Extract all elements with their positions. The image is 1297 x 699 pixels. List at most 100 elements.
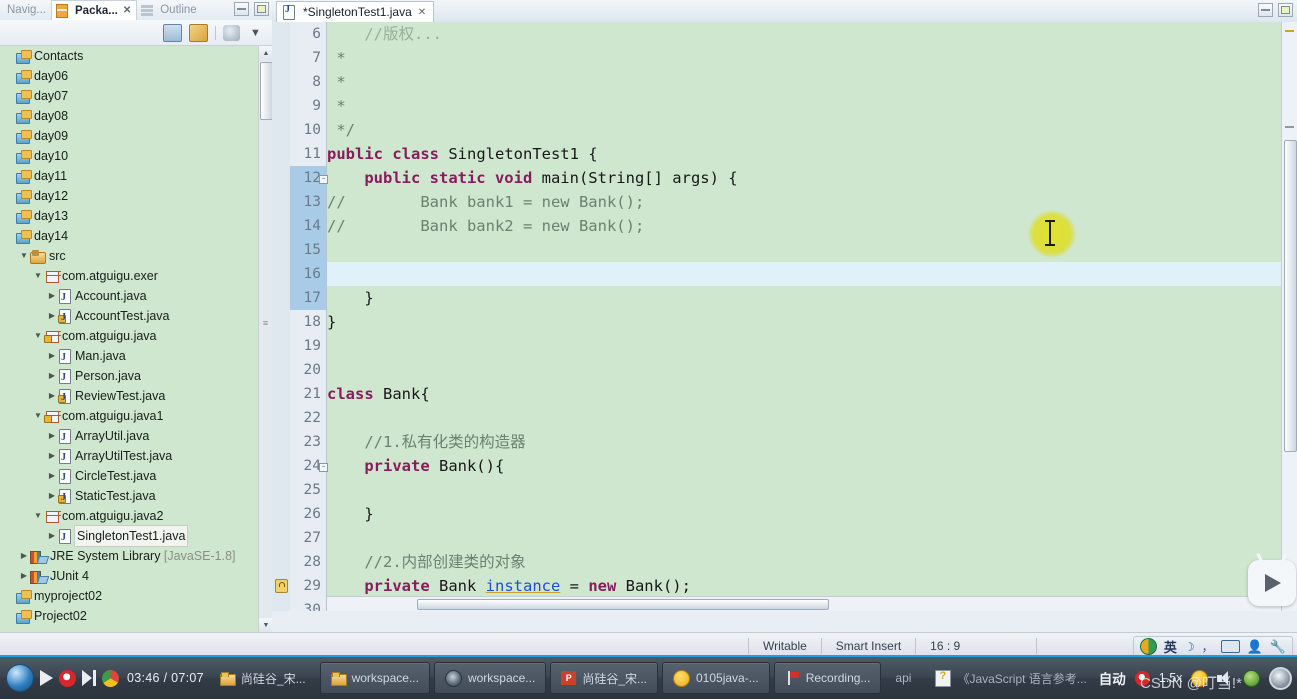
- punctuation-icon[interactable]: ，: [1202, 638, 1214, 655]
- tree-item-contacts[interactable]: Contacts: [0, 46, 258, 66]
- code-line[interactable]: *: [327, 94, 1297, 118]
- taskbar-button[interactable]: 尚硅谷_宋...: [210, 663, 316, 693]
- expand-arrow-icon[interactable]: ▼: [18, 246, 30, 266]
- tab-singletontest1-java[interactable]: *SingletonTest1.java ✕: [276, 1, 435, 22]
- editor-vertical-scrollbar[interactable]: [1281, 22, 1297, 611]
- gutter-marker-row[interactable]: [272, 70, 290, 94]
- code-line[interactable]: public static void main(String[] args) {: [327, 166, 1297, 190]
- settings-gear-icon[interactable]: [1269, 666, 1293, 690]
- gutter-marker-row[interactable]: [272, 94, 290, 118]
- code-line[interactable]: [327, 334, 1297, 358]
- expand-arrow-icon[interactable]: ▼: [32, 326, 44, 346]
- gutter-marker-row[interactable]: [272, 46, 290, 70]
- tree-item-day08[interactable]: day08: [0, 106, 258, 126]
- code-line[interactable]: [327, 238, 1297, 262]
- code-line[interactable]: [327, 406, 1297, 430]
- code-line[interactable]: //版权...: [327, 22, 1297, 46]
- collapse-arrow-icon[interactable]: ▶: [46, 306, 58, 326]
- code-text[interactable]: //版权... * * * */ public class SingletonTe…: [327, 22, 1297, 611]
- auto-quality-label[interactable]: 自动: [1099, 668, 1126, 688]
- start-button[interactable]: [6, 664, 34, 692]
- gutter-marker-row[interactable]: [272, 502, 290, 526]
- taskbar-button[interactable]: 0105java-...: [662, 662, 770, 694]
- gutter-marker-row[interactable]: [272, 574, 290, 598]
- gutter-marker-row[interactable]: [272, 430, 290, 454]
- sogou-ime-bar[interactable]: 英 ☽ ， 👤 🔧: [1132, 636, 1293, 657]
- tree-item-day12[interactable]: day12: [0, 186, 258, 206]
- project-tree[interactable]: Contacts day06 day07 day08 day09 day10 day11 da…: [0, 46, 258, 632]
- tree-item-reviewtest-java[interactable]: ▶ ReviewTest.java: [0, 386, 258, 408]
- expand-arrow-icon[interactable]: ▼: [32, 506, 44, 526]
- code-line[interactable]: [327, 526, 1297, 550]
- taskbar-button[interactable]: workspace...: [319, 662, 430, 694]
- tree-item-jre-system-library[interactable]: ▶ JRE System Library [JavaSE-1.8]: [0, 546, 258, 566]
- gutter-marker-row[interactable]: [272, 118, 290, 142]
- user-icon[interactable]: 👤: [1247, 639, 1263, 655]
- gutter-marker-row[interactable]: [272, 598, 290, 611]
- tab-navigator[interactable]: Navig...: [0, 0, 51, 20]
- code-line[interactable]: private Bank(){: [327, 454, 1297, 478]
- taskbar-button[interactable]: workspace...: [433, 662, 547, 694]
- code-line[interactable]: [327, 262, 1297, 286]
- tree-item-singletontest1-java[interactable]: ▶ SingletonTest1.java: [0, 525, 258, 548]
- toolbox-icon[interactable]: 🔧: [1270, 639, 1286, 655]
- tree-item-day06[interactable]: day06: [0, 66, 258, 86]
- collapse-arrow-icon[interactable]: ▶: [46, 386, 58, 406]
- gutter-marker-row[interactable]: [272, 214, 290, 238]
- gutter-marker-row[interactable]: [272, 310, 290, 334]
- moon-icon[interactable]: ☽: [1184, 640, 1195, 654]
- code-editor[interactable]: 6 7 8 9 10 11 12−13 14 15 16 17 18 19 20 21 22 23 24− 25 26…: [272, 22, 1297, 611]
- keyboard-icon[interactable]: [1220, 640, 1240, 653]
- editor-horizontal-scrollbar[interactable]: [327, 596, 1281, 611]
- gutter-marker-row[interactable]: [272, 406, 290, 430]
- code-line[interactable]: public class SingletonTest1 {: [327, 142, 1297, 166]
- marker-tick[interactable]: [1285, 30, 1294, 32]
- collapse-arrow-icon[interactable]: ▶: [46, 486, 58, 506]
- tree-item-day11[interactable]: day11: [0, 166, 258, 186]
- tree-item-myproject02[interactable]: myproject02: [0, 586, 258, 606]
- tree-item-com-atguigu-exer[interactable]: ▼ com.atguigu.exer: [0, 266, 258, 286]
- collapse-arrow-icon[interactable]: ▶: [46, 466, 58, 486]
- gutter-marker-row[interactable]: [272, 334, 290, 358]
- tree-item-day07[interactable]: day07: [0, 86, 258, 106]
- collapse-arrow-icon[interactable]: ▶: [18, 566, 30, 586]
- code-line[interactable]: }: [327, 310, 1297, 334]
- code-line[interactable]: *: [327, 46, 1297, 70]
- collapse-arrow-icon[interactable]: ▶: [46, 346, 58, 366]
- close-icon[interactable]: ✕: [418, 7, 426, 18]
- tree-item-com-atguigu-java1[interactable]: ▼ com.atguigu.java1: [0, 406, 258, 426]
- gutter-marker-row[interactable]: [272, 190, 290, 214]
- tree-item-day14[interactable]: day14: [0, 226, 258, 246]
- tree-item-junit-4[interactable]: ▶ JUnit 4: [0, 566, 258, 586]
- tab-outline[interactable]: Outline: [137, 0, 201, 20]
- collapse-arrow-icon[interactable]: ▶: [46, 526, 58, 546]
- gutter-marker-row[interactable]: [272, 166, 290, 190]
- code-line[interactable]: //1.私有化类的构造器: [327, 430, 1297, 454]
- tree-item-man-java[interactable]: ▶ Man.java: [0, 346, 258, 368]
- tree-item-project02[interactable]: Project02: [0, 606, 258, 626]
- next-icon[interactable]: [82, 670, 96, 686]
- code-line[interactable]: //2.内部创建类的对象: [327, 550, 1297, 574]
- code-line[interactable]: [327, 478, 1297, 502]
- playback-speed-label[interactable]: 1.5x: [1159, 671, 1183, 685]
- warning-icon[interactable]: [275, 579, 288, 593]
- maximize-view-button[interactable]: [254, 2, 269, 16]
- annotation-gutter[interactable]: [272, 22, 291, 611]
- tree-item-day13[interactable]: day13: [0, 206, 258, 226]
- qq-icon[interactable]: [1191, 669, 1209, 687]
- gutter-marker-row[interactable]: [272, 382, 290, 406]
- tab-package-explorer[interactable]: Packa... ✕: [51, 0, 138, 21]
- gutter-marker-row[interactable]: [272, 550, 290, 574]
- ime-mode-label[interactable]: 英: [1164, 637, 1177, 656]
- sogou-logo-icon[interactable]: [1139, 638, 1157, 655]
- gutter-marker-row[interactable]: [272, 22, 290, 46]
- expand-arrow-icon[interactable]: ▼: [32, 406, 44, 426]
- marker-tick[interactable]: [1285, 126, 1294, 128]
- tree-item-statictest-java[interactable]: ▶ StaticTest.java: [0, 486, 258, 508]
- taskbar-button[interactable]: api: [885, 663, 921, 693]
- collapse-arrow-icon[interactable]: ▶: [18, 546, 30, 566]
- tree-item-com-atguigu-java[interactable]: ▼ com.atguigu.java: [0, 326, 258, 346]
- gutter-marker-row[interactable]: [272, 478, 290, 502]
- code-line[interactable]: // Bank bank1 = new Bank();: [327, 190, 1297, 214]
- editor-hscroll-thumb[interactable]: [417, 599, 829, 610]
